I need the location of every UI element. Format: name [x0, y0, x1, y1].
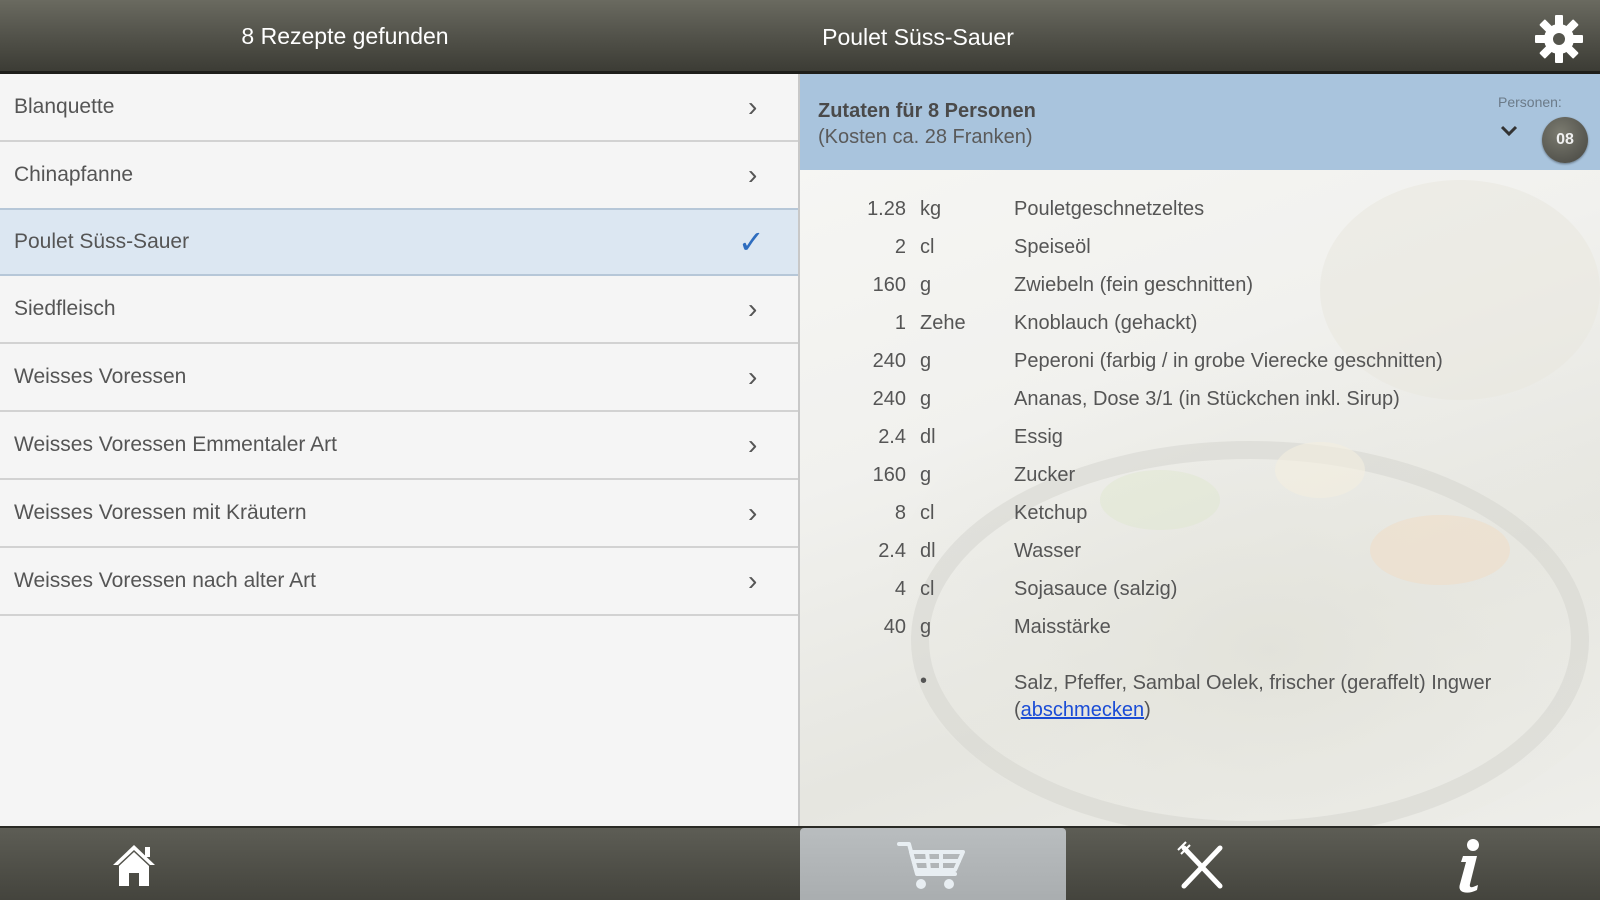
ingredient-quantity: 160 — [872, 464, 906, 486]
recipe-list-item[interactable]: Weisses Voressen Emmentaler Art › — [0, 412, 798, 480]
ingredient-name: Zwiebeln (fein geschnitten) — [1014, 274, 1254, 296]
recipe-label: Siedfleisch — [14, 297, 116, 320]
recipe-list-item[interactable]: Weisses Voressen nach alter Art › — [0, 548, 798, 616]
ingredient-row: 8 cl Ketchup — [800, 502, 1600, 540]
recipe-list-item[interactable]: Weisses Voressen › — [0, 344, 798, 412]
ingredient-unit: g — [920, 616, 932, 638]
results-count-title: 8 Rezepte gefunden — [241, 23, 449, 49]
ingredient-row: 1 Zehe Knoblauch (gehackt) — [800, 312, 1600, 350]
shopping-cart-button[interactable] — [800, 828, 1066, 900]
ingredient-name: Wasser — [1014, 540, 1082, 562]
recipe-list: Blanquette › Chinapfanne › Poulet Süss-S… — [0, 74, 798, 826]
ingredient-name: Speiseöl — [1014, 236, 1091, 258]
ingredient-quantity: 1 — [894, 312, 906, 334]
fork-knife-icon — [1177, 841, 1223, 889]
ingredient-quantity: 240 — [872, 350, 906, 372]
ingredient-name: Pouletgeschnetzeltes — [1014, 198, 1205, 220]
chevron-right-icon: › — [748, 293, 758, 324]
chevron-right-icon: › — [748, 91, 758, 122]
recipe-label: Weisses Voressen Emmentaler Art — [14, 433, 337, 456]
recipe-label: Chinapfanne — [14, 163, 134, 186]
recipe-title: Poulet Süss-Sauer — [822, 24, 1014, 50]
seasoning-text: Salz, Pfeffer, Sambal Oelek, frischer (g… — [1014, 670, 1584, 724]
chevron-right-icon: › — [748, 159, 758, 190]
recipe-detail-panel: Zutaten für 8 Personen (Kosten ca. 28 Fr… — [800, 74, 1600, 826]
seasoning-text-end: ) — [1144, 699, 1151, 721]
ingredient-row: 160 g Zwiebeln (fein geschnitten) — [800, 274, 1600, 312]
gear-icon[interactable] — [1532, 12, 1586, 66]
recipe-list-item-selected[interactable]: Poulet Süss-Sauer ✓ — [0, 208, 798, 276]
ingredient-row: 2.4 dl Wasser — [800, 540, 1600, 578]
ingredient-row: 4 cl Sojasauce (salzig) — [800, 578, 1600, 616]
info-button[interactable] — [1333, 828, 1600, 900]
recipe-list-item[interactable]: Siedfleisch › — [0, 276, 798, 344]
chevron-down-icon[interactable] — [1500, 124, 1518, 138]
ingredient-row: 2 cl Speiseöl — [800, 236, 1600, 274]
cart-icon — [897, 842, 965, 889]
ingredient-name: Peperoni (farbig / in grobe Vierecke ges… — [1014, 350, 1443, 372]
abschmecken-link[interactable]: abschmecken — [1021, 699, 1144, 721]
ingredient-unit: cl — [920, 502, 935, 524]
ingredient-quantity: 4 — [894, 578, 906, 600]
recipe-button[interactable] — [1066, 828, 1333, 900]
home-icon — [113, 845, 155, 886]
ingredient-quantity: 40 — [883, 616, 906, 638]
chevron-right-icon: › — [748, 429, 758, 460]
persons-label: Personen: — [1498, 94, 1562, 110]
ingredients-cost: (Kosten ca. 28 Franken) — [818, 126, 1033, 148]
ingredient-name: Ananas, Dose 3/1 (in Stückchen inkl. Sir… — [1014, 388, 1400, 410]
ingredient-quantity: 2.4 — [878, 426, 906, 448]
home-button[interactable] — [0, 828, 270, 900]
recipe-list-item[interactable]: Weisses Voressen mit Kräutern › — [0, 480, 798, 548]
ingredient-unit: cl — [920, 578, 935, 600]
ingredient-unit: dl — [920, 540, 936, 562]
ingredient-unit: g — [920, 274, 932, 296]
ingredient-name: Knoblauch (gehackt) — [1014, 312, 1198, 334]
ingredient-quantity: 2.4 — [878, 540, 906, 562]
ingredient-row: 1.28 kg Pouletgeschnetzeltes — [800, 198, 1600, 236]
ingredient-name: Ketchup — [1014, 502, 1088, 524]
ingredient-unit: cl — [920, 236, 935, 258]
recipe-list-item[interactable]: Chinapfanne › — [0, 142, 798, 210]
bullet: • — [920, 670, 928, 692]
ingredient-quantity: 160 — [872, 274, 906, 296]
ingredient-name: Maisstärke — [1014, 616, 1111, 638]
ingredient-unit: kg — [920, 198, 942, 220]
top-bar: 8 Rezepte gefunden Poulet Süss-Sauer — [0, 0, 1600, 74]
ingredients-title: Zutaten für 8 Personen — [818, 100, 1036, 122]
chevron-right-icon: › — [748, 565, 758, 596]
ingredient-unit: g — [920, 464, 932, 486]
ingredient-unit: Zehe — [920, 312, 966, 334]
bottom-nav-bar — [0, 826, 1600, 900]
ingredient-row: 2.4 dl Essig — [800, 426, 1600, 464]
ingredient-row: 240 g Ananas, Dose 3/1 (in Stückchen ink… — [800, 388, 1600, 426]
recipe-list-item[interactable]: Blanquette › — [0, 74, 798, 142]
info-icon — [1459, 839, 1479, 893]
recipe-label: Blanquette — [14, 95, 115, 118]
ingredient-name: Essig — [1014, 426, 1063, 448]
ingredient-name: Zucker — [1014, 464, 1076, 486]
chevron-right-icon: › — [748, 497, 758, 528]
persons-selector[interactable]: 08 — [1542, 117, 1588, 163]
ingredient-row: 160 g Zucker — [800, 464, 1600, 502]
ingredient-quantity: 8 — [894, 502, 906, 524]
ingredient-quantity: 240 — [872, 388, 906, 410]
ingredient-unit: g — [920, 350, 932, 372]
ingredient-unit: g — [920, 388, 932, 410]
checkmark-icon: ✓ — [738, 224, 765, 260]
ingredients-header: Zutaten für 8 Personen (Kosten ca. 28 Fr… — [800, 74, 1600, 170]
ingredient-quantity: 2 — [894, 236, 906, 258]
recipe-label: Weisses Voressen mit Kräutern — [14, 501, 307, 524]
ingredient-row: 240 g Peperoni (farbig / in grobe Vierec… — [800, 350, 1600, 388]
ingredient-name: Sojasauce (salzig) — [1014, 578, 1178, 600]
ingredient-row: 40 g Maisstärke — [800, 616, 1600, 654]
recipe-label: Weisses Voressen nach alter Art — [14, 569, 316, 592]
recipe-label: Weisses Voressen — [14, 365, 187, 388]
recipe-label: Poulet Süss-Sauer — [14, 230, 190, 253]
ingredient-quantity: 1.28 — [867, 198, 906, 220]
ingredient-unit: dl — [920, 426, 936, 448]
chevron-right-icon: › — [748, 361, 758, 392]
